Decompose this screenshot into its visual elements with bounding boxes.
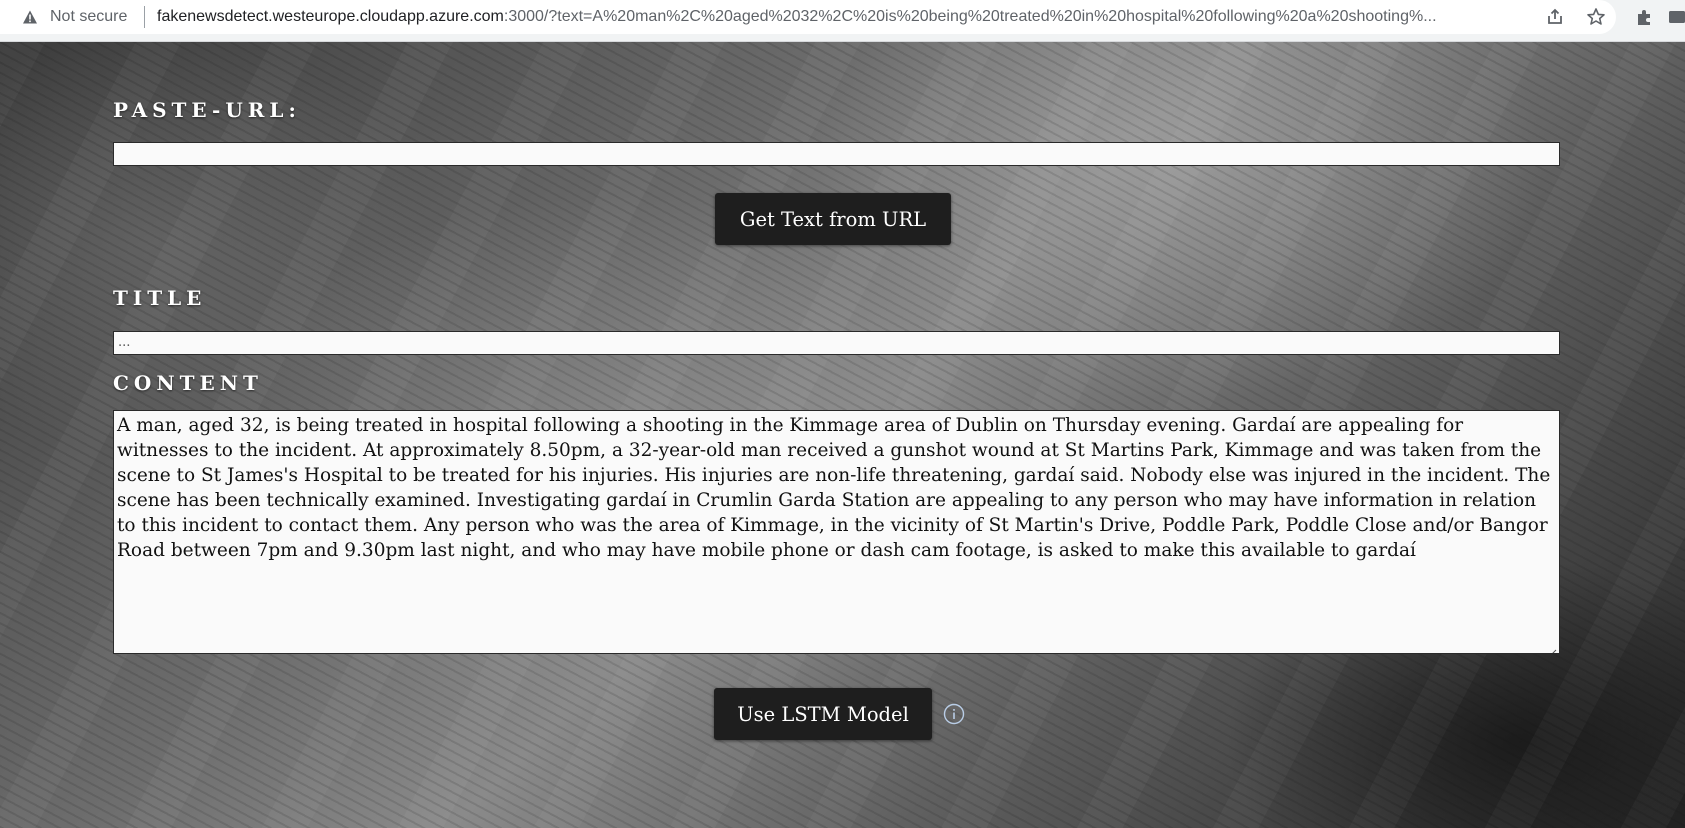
paste-url-label: PASTE-URL: <box>113 98 301 122</box>
omnibox[interactable]: Not secure fakenewsdetect.westeurope.clo… <box>0 0 1616 34</box>
omnibox-divider <box>144 6 145 28</box>
content-label: CONTENT <box>113 371 263 395</box>
extensions-icon[interactable] <box>1632 4 1658 30</box>
share-icon[interactable] <box>1544 6 1566 28</box>
star-icon[interactable] <box>1585 6 1607 28</box>
resize-grip-icon[interactable] <box>1547 641 1557 653</box>
browser-toolbar: Not secure fakenewsdetect.westeurope.clo… <box>0 0 1685 42</box>
page-background: PASTE-URL: Get Text from URL TITLE ... C… <box>0 42 1685 828</box>
use-lstm-model-button[interactable]: Use LSTM Model <box>714 688 932 740</box>
info-icon[interactable] <box>943 703 965 725</box>
url-text[interactable]: fakenewsdetect.westeurope.cloudapp.azure… <box>157 8 1522 26</box>
url-host: fakenewsdetect.westeurope.cloudapp.azure… <box>157 8 504 25</box>
get-text-from-url-button[interactable]: Get Text from URL <box>715 193 951 245</box>
news-check-form: PASTE-URL: Get Text from URL TITLE ... C… <box>113 42 1560 828</box>
title-label: TITLE <box>113 286 207 310</box>
window-icon[interactable] <box>1664 4 1685 30</box>
paste-url-input[interactable] <box>113 142 1560 166</box>
warning-icon[interactable] <box>22 9 38 25</box>
security-status[interactable]: Not secure <box>50 8 127 26</box>
title-input[interactable]: ... <box>113 331 1560 355</box>
url-path: :3000/?text=A%20man%2C%20aged%2032%2C%20… <box>503 8 1437 25</box>
content-textarea[interactable]: A man, aged 32, is being treated in hosp… <box>113 410 1560 654</box>
content-text: A man, aged 32, is being treated in hosp… <box>117 415 1551 561</box>
